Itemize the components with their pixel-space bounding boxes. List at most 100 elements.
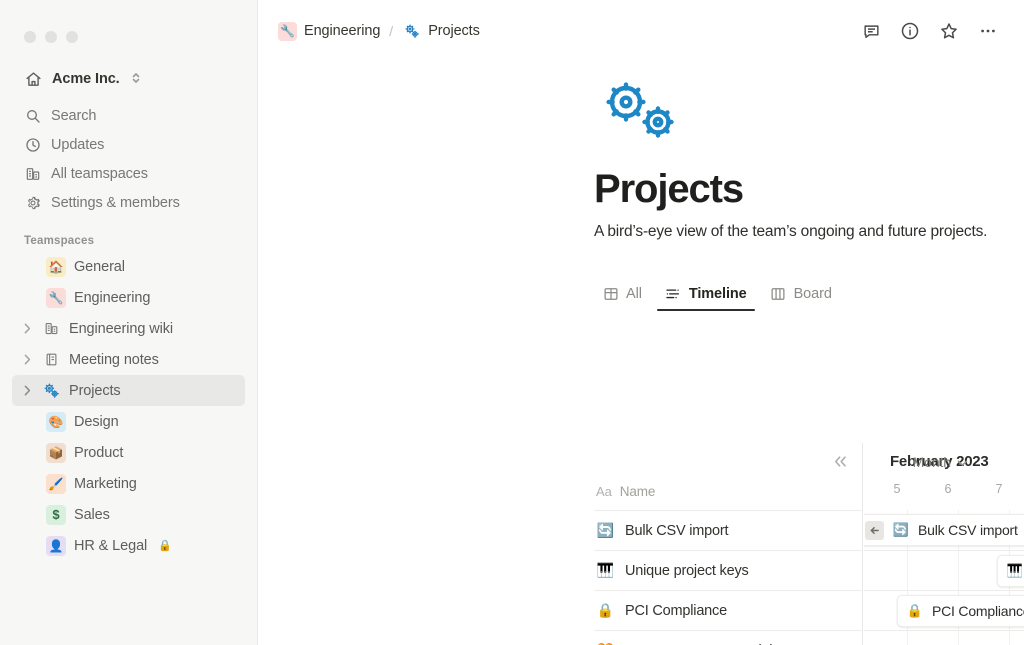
sidebar: Acme Inc. Search Updates All teamspaces … — [0, 0, 258, 645]
row-name-label: Unique project keys — [625, 562, 749, 579]
sidebar-item-settings-members[interactable]: Settings & members — [12, 188, 245, 217]
day-label: 5 — [893, 482, 901, 496]
search-icon — [24, 107, 41, 124]
day-label: 7 — [995, 482, 1003, 496]
chevron-updown-icon[interactable] — [131, 71, 141, 88]
breadcrumb-projects[interactable]: Projects — [396, 19, 486, 44]
window-maximize-dot[interactable] — [66, 31, 78, 43]
name-column-header: Name — [619, 484, 656, 499]
sidebar-item-label: Updates — [51, 136, 105, 153]
teamspaces-section-label: Teamspaces — [24, 235, 95, 247]
sidebar-item-hr-legal[interactable]: › 👤 HR & Legal 🔒 — [12, 530, 245, 561]
dollar-emoji-icon: $ — [46, 504, 66, 525]
house-icon — [24, 70, 42, 88]
window-traffic-lights[interactable] — [0, 0, 257, 43]
sidebar-item-all-teamspaces[interactable]: All teamspaces — [12, 159, 245, 188]
teamspace-label: Engineering wiki — [69, 320, 173, 337]
window-close-dot[interactable] — [24, 31, 36, 43]
timeline-day-labels: 5 6 7 8 9 10 11 12 — [864, 482, 1024, 500]
row-name-label: Bulk CSV import — [625, 522, 729, 539]
sidebar-item-search[interactable]: Search — [12, 101, 245, 130]
sidebar-item-updates[interactable]: Updates — [12, 130, 245, 159]
clock-icon — [24, 136, 41, 153]
table-row[interactable]: 🔄 Bulk CSV import — [594, 510, 862, 550]
table-row[interactable]: 🧡 Rate app prompt modal — [594, 630, 862, 645]
piano-emoji-icon: 🎹 — [1006, 563, 1024, 578]
timeline-header: Aa Name February 2023 Month 5 6 7 — [594, 443, 1024, 510]
sidebar-item-engineering[interactable]: › 🔧 Engineering — [12, 282, 245, 313]
refresh-emoji-icon: 🔄 — [892, 522, 910, 537]
timeline-body: 🔄 Bulk CSV import 🎹 Unique project keys … — [594, 510, 1024, 645]
info-icon[interactable] — [896, 17, 924, 45]
app-window: Acme Inc. Search Updates All teamspaces … — [0, 0, 1024, 645]
timeline-row: 🔒 PCI Compliance Complete 🧑🏿 — [864, 590, 1024, 630]
breadcrumb-engineering[interactable]: 🔧 Engineering — [272, 19, 386, 44]
lock-emoji-icon: 🔒 — [596, 602, 615, 618]
timeline-view: Aa Name February 2023 Month 5 6 7 🔄 Bulk… — [594, 80, 1024, 645]
timeline-row: 🔄 Bulk CSV import Complete 🧑 — [864, 510, 1024, 550]
sidebar-nav: Search Updates All teamspaces Settings &… — [0, 101, 257, 217]
refresh-emoji-icon: 🔄 — [596, 522, 615, 538]
more-options-icon[interactable] — [974, 17, 1002, 45]
table-row[interactable]: 🎹 Unique project keys — [594, 550, 862, 590]
topbar-actions — [857, 17, 1002, 45]
chevron-right-icon[interactable] — [20, 323, 34, 334]
window-minimize-dot[interactable] — [45, 31, 57, 43]
workspace-name: Acme Inc. — [52, 71, 120, 87]
timeline-bar[interactable]: 🔒 PCI Compliance Complete 🧑🏿 — [897, 595, 1024, 627]
breadcrumb-separator: / — [389, 23, 394, 39]
star-icon[interactable] — [935, 17, 963, 45]
lock-icon: 🔒 — [158, 540, 172, 552]
house-emoji-icon: 🏠 — [46, 256, 66, 277]
table-row[interactable]: 🔒 PCI Compliance — [594, 590, 862, 630]
teamspace-label: Projects — [69, 382, 121, 399]
teamspace-label: General — [74, 258, 125, 275]
gears-icon — [402, 22, 421, 41]
sidebar-item-product[interactable]: › 📦 Product — [12, 437, 245, 468]
collapse-left-icon[interactable] — [830, 451, 850, 471]
notebook-icon — [42, 350, 61, 369]
chevron-right-icon[interactable] — [20, 354, 34, 365]
breadcrumb-label: Engineering — [304, 23, 381, 39]
overflow-left-icon[interactable] — [865, 520, 884, 540]
sidebar-item-design[interactable]: › 🎨 Design — [12, 406, 245, 437]
timeline-bar[interactable]: 🎹 Unique project keys In flight 🧑🏿 — [997, 555, 1024, 587]
sidebar-item-engineering-wiki[interactable]: Engineering wiki — [12, 313, 245, 344]
sidebar-item-meeting-notes[interactable]: Meeting notes — [12, 344, 245, 375]
teamspace-label: Sales — [74, 506, 110, 523]
gear-icon — [24, 194, 41, 211]
row-name-label: PCI Compliance — [625, 602, 727, 619]
teamspace-label: Design — [74, 413, 119, 430]
timeline-row: 🎹 Unique project keys In flight 🧑🏿 — [864, 550, 1024, 590]
workspace-switcher[interactable]: Acme Inc. — [12, 65, 245, 93]
topbar: 🔧 Engineering / Projects — [258, 0, 1024, 62]
paintbrush-emoji-icon: 🖌️ — [46, 473, 66, 494]
timeline-bars-area: 🔄 Bulk CSV import Complete 🧑 🎹 — [864, 510, 1024, 645]
day-label: 6 — [944, 482, 952, 496]
page-content: Projects A bird’s-eye view of the team’s… — [258, 80, 1024, 645]
comments-icon[interactable] — [857, 17, 885, 45]
sidebar-item-projects[interactable]: Projects — [12, 375, 245, 406]
buildings-icon — [24, 165, 41, 182]
buildings-icon — [42, 319, 61, 338]
timeline-wrapper: Aa Name February 2023 Month 5 6 7 🔄 Bulk… — [594, 443, 1024, 645]
wrench-emoji-icon: 🔧 — [278, 21, 297, 41]
breadcrumb-label: Projects — [428, 23, 480, 39]
timeline-date-header: February 2023 Month 5 6 7 — [864, 443, 1024, 510]
sidebar-item-general[interactable]: › 🏠 General — [12, 251, 245, 282]
sidebar-item-label: All teamspaces — [51, 165, 148, 182]
text-type-icon: Aa — [596, 484, 612, 499]
teamspace-label: Meeting notes — [69, 351, 159, 368]
chevron-right-icon[interactable] — [20, 385, 34, 396]
sidebar-item-sales[interactable]: › $ Sales — [12, 499, 245, 530]
wrench-emoji-icon: 🔧 — [46, 287, 66, 308]
timeline-zoom-select[interactable]: Month — [913, 454, 968, 470]
sidebar-item-label: Settings & members — [51, 194, 180, 211]
piano-emoji-icon: 🎹 — [596, 562, 615, 578]
gears-icon — [42, 381, 61, 400]
teamspace-label: Product — [74, 444, 124, 461]
sidebar-item-marketing[interactable]: › 🖌️ Marketing — [12, 468, 245, 499]
timeline-bar[interactable]: 🔄 Bulk CSV import Complete 🧑 — [864, 514, 1024, 546]
name-column-label[interactable]: Aa Name — [596, 484, 655, 499]
timeline-row: 🧡 Rate app prompt modal Complete — [864, 630, 1024, 645]
